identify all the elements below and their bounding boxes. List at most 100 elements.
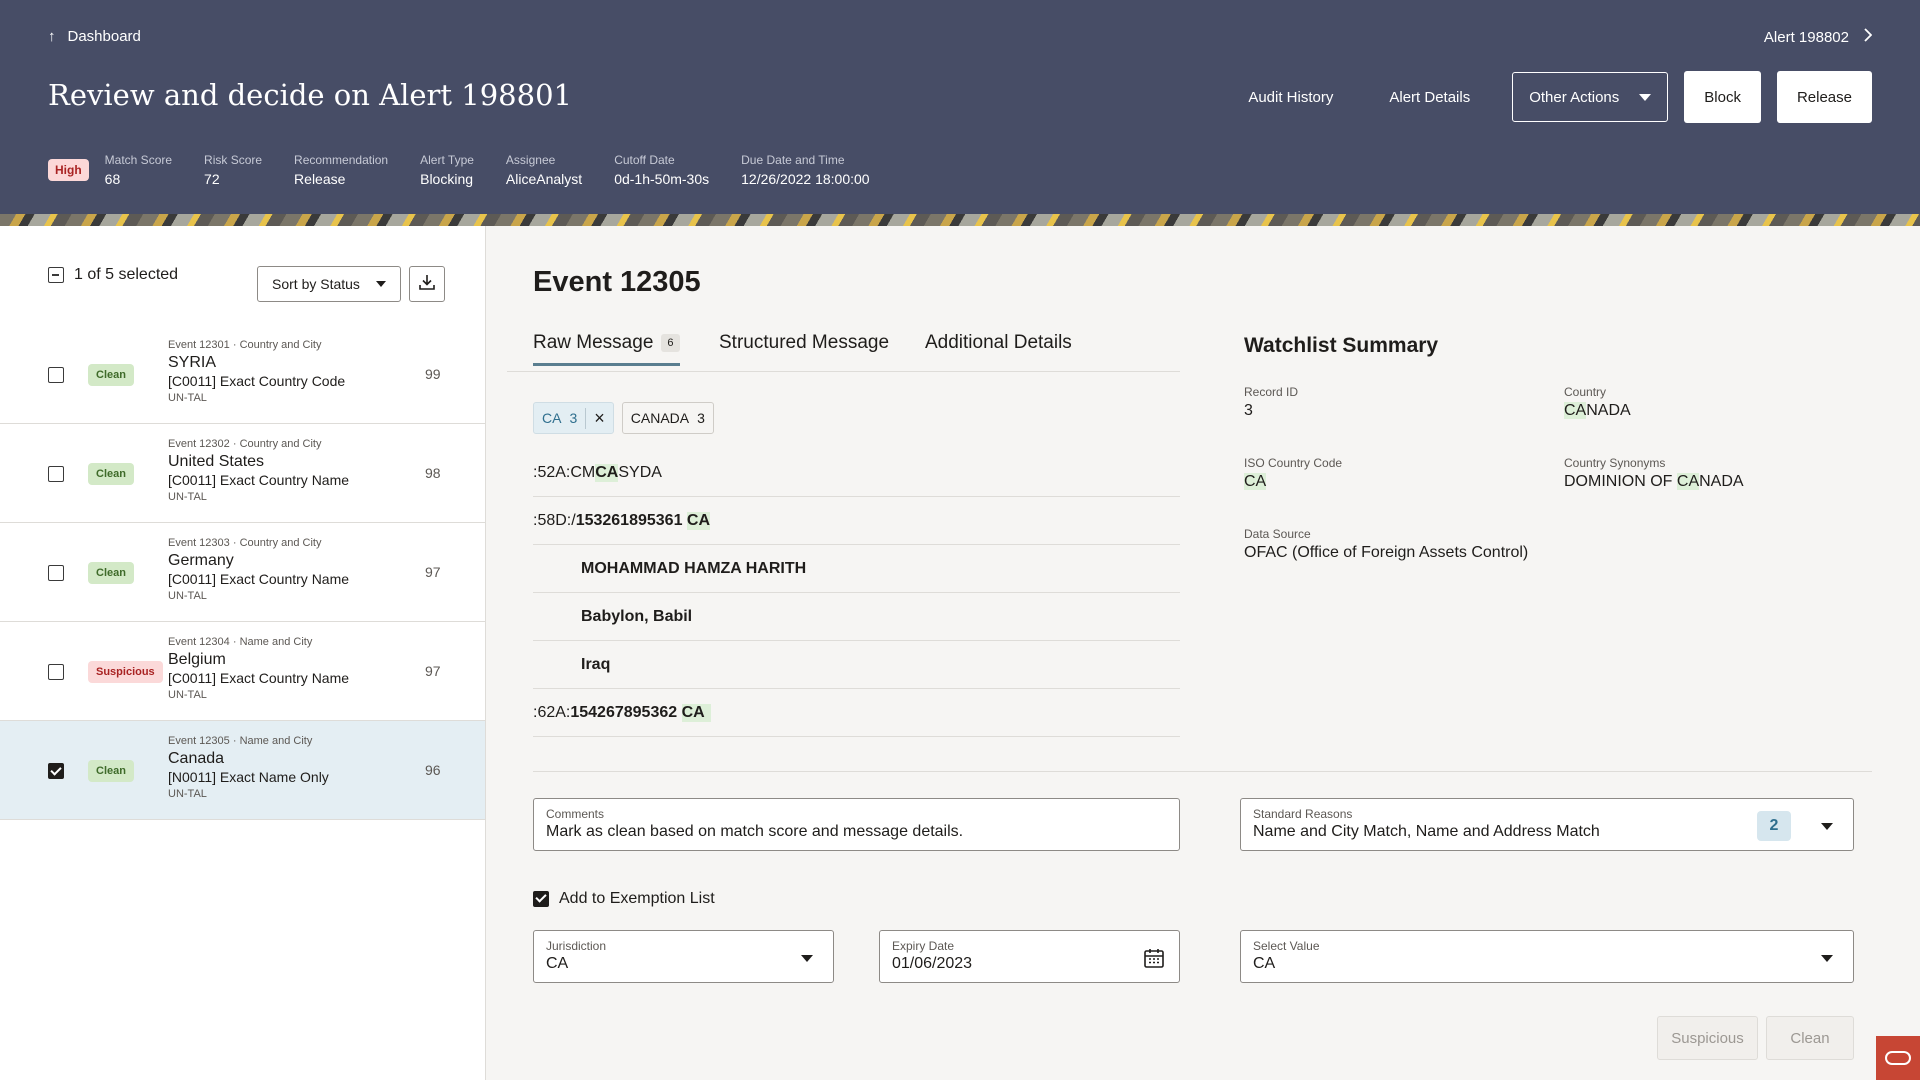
row-checkbox[interactable] xyxy=(48,367,64,383)
message-text: :62A: xyxy=(533,703,571,721)
status-badge: Clean xyxy=(88,562,134,584)
watchlist-name: UN-TAL xyxy=(168,491,207,503)
ws-country: Country CANADA xyxy=(1564,385,1631,420)
comments-field[interactable]: Comments Mark as clean based on match sc… xyxy=(533,798,1180,851)
meta-value: AliceAnalyst xyxy=(505,171,583,187)
event-score: 99 xyxy=(425,366,441,382)
event-meta: Event 12303 · Country and City xyxy=(168,537,322,549)
chip-count: 3 xyxy=(569,410,578,426)
sort-dropdown[interactable]: Sort by Status xyxy=(257,266,401,302)
row-checkbox[interactable] xyxy=(48,664,64,680)
chip-label: CA xyxy=(542,410,562,426)
field-value[interactable]: 01/06/2023 xyxy=(892,955,1167,973)
meta-value: 12/26/2022 18:00:00 xyxy=(741,171,870,187)
event-rule: [N0011] Exact Name Only xyxy=(168,769,329,785)
value-text: NADA xyxy=(1586,402,1631,419)
match-highlight: CA xyxy=(1564,402,1587,419)
field-label: Expiry Date xyxy=(892,939,955,953)
tab-raw-message[interactable]: Raw Message 6 xyxy=(533,332,680,366)
event-rule: [C0011] Exact Country Name xyxy=(168,571,350,587)
field-label: Comments xyxy=(546,807,605,821)
jurisdiction-select[interactable]: Jurisdiction CA xyxy=(533,930,834,983)
arrow-up-icon: ↑ xyxy=(48,28,56,45)
event-score: 97 xyxy=(425,564,441,580)
close-icon[interactable]: × xyxy=(585,407,605,429)
field-value: CA xyxy=(546,955,569,972)
other-actions-dropdown[interactable]: Other Actions xyxy=(1512,72,1669,122)
row-checkbox[interactable] xyxy=(48,763,64,779)
ws-record-id: Record ID 3 xyxy=(1244,385,1298,420)
audit-history-button[interactable]: Audit History xyxy=(1228,72,1353,122)
section-divider xyxy=(533,771,1872,772)
checkbox-checked-icon[interactable] xyxy=(533,891,549,907)
list-item[interactable]: Clean Event 12305 · Name and City Canada… xyxy=(0,721,485,820)
field-value: DOMINION OF CANADA xyxy=(1564,473,1744,491)
tab-structured-message[interactable]: Structured Message xyxy=(719,332,889,354)
alert-details-button[interactable]: Alert Details xyxy=(1369,72,1490,122)
message-text: :58D:/ xyxy=(533,511,576,529)
block-button[interactable]: Block xyxy=(1684,71,1761,123)
clean-button[interactable]: Clean xyxy=(1766,1016,1854,1060)
meta-label: Assignee xyxy=(505,153,556,167)
event-name: Germany xyxy=(168,552,234,569)
event-id: Event 12304 xyxy=(168,636,230,648)
tab-count-badge: 6 xyxy=(661,333,680,352)
event-list: Clean Event 12301 · Country and City SYR… xyxy=(0,325,485,820)
event-type: Country and City xyxy=(239,339,322,351)
event-type: Name and City xyxy=(239,636,313,648)
event-rule: [C0011] Exact Country Code xyxy=(168,373,346,389)
header-actions: Audit History Alert Details Other Action… xyxy=(1228,71,1872,123)
event-meta: Event 12302 · Country and City xyxy=(168,438,322,450)
meta-label: Due Date and Time xyxy=(741,153,845,167)
row-checkbox[interactable] xyxy=(48,565,64,581)
next-alert-link[interactable]: Alert 198802 xyxy=(1764,28,1873,46)
expiry-date-field[interactable]: Expiry Date 01/06/2023 xyxy=(879,930,1180,983)
chevron-right-icon xyxy=(1863,28,1873,46)
oracle-assistant-button[interactable] xyxy=(1876,1036,1920,1080)
chip-ca[interactable]: CA 3 × xyxy=(533,402,614,434)
match-highlight: CA xyxy=(681,703,711,722)
selection-count: 1 of 5 selected xyxy=(74,266,179,283)
tab-additional-details[interactable]: Additional Details xyxy=(925,332,1072,354)
event-id: Event 12301 xyxy=(168,339,230,351)
alert-header: ↑ Dashboard Alert 198802 Review and deci… xyxy=(0,0,1920,214)
field-label: Select Value xyxy=(1253,939,1320,953)
event-name: Belgium xyxy=(168,651,226,668)
match-highlight: CA xyxy=(1676,473,1700,490)
message-line: MOHAMMAD HAMZA HARITH xyxy=(533,545,1180,593)
release-button[interactable]: Release xyxy=(1776,71,1872,123)
list-item[interactable]: Clean Event 12302 · Country and City Uni… xyxy=(0,424,485,523)
list-item[interactable]: Suspicious Event 12304 · Name and City B… xyxy=(0,622,485,721)
meta-label: Cutoff Date xyxy=(614,153,675,167)
download-button[interactable] xyxy=(409,266,445,302)
field-label: ISO Country Code xyxy=(1244,456,1343,470)
exemption-list-checkbox[interactable]: Add to Exemption List xyxy=(533,890,715,908)
decorative-stripe xyxy=(0,214,1920,226)
breadcrumb-label: Dashboard xyxy=(67,28,141,45)
event-rule: [C0011] Exact Country Name xyxy=(168,472,350,488)
field-value[interactable]: Mark as clean based on match score and m… xyxy=(546,823,1167,841)
select-value-dropdown[interactable]: Select Value CA xyxy=(1240,930,1854,983)
watchlist-summary-title: Watchlist Summary xyxy=(1244,334,1439,357)
event-info: Event 12304 · Name and City Belgium [C00… xyxy=(168,636,349,701)
suspicious-button[interactable]: Suspicious xyxy=(1657,1016,1758,1060)
calendar-icon[interactable] xyxy=(1143,947,1165,974)
event-type: Country and City xyxy=(239,438,322,450)
row-checkbox[interactable] xyxy=(48,466,64,482)
match-highlight: CA xyxy=(1244,473,1267,490)
event-name: Canada xyxy=(168,750,225,767)
match-chips: CA 3 × CANADA 3 xyxy=(533,402,714,434)
breadcrumb-dashboard[interactable]: ↑ Dashboard xyxy=(48,28,141,45)
list-item[interactable]: Clean Event 12301 · Country and City SYR… xyxy=(0,325,485,424)
meta-cutoff-date: Cutoff Date 0d-1h-50m-30s xyxy=(614,153,709,187)
meta-due-date: Due Date and Time 12/26/2022 18:00:00 xyxy=(741,153,869,187)
status-badge: Clean xyxy=(88,364,134,386)
chip-canada[interactable]: CANADA 3 xyxy=(621,402,714,434)
message-text: 153261895361 xyxy=(575,511,683,529)
status-badge: Clean xyxy=(88,760,134,782)
watchlist-name: UN-TAL xyxy=(168,590,207,602)
standard-reasons-select[interactable]: Standard Reasons Name and City Match, Na… xyxy=(1240,798,1854,851)
select-all-checkbox[interactable] xyxy=(48,267,64,283)
event-name: SYRIA xyxy=(168,354,217,371)
list-item[interactable]: Clean Event 12303 · Country and City Ger… xyxy=(0,523,485,622)
